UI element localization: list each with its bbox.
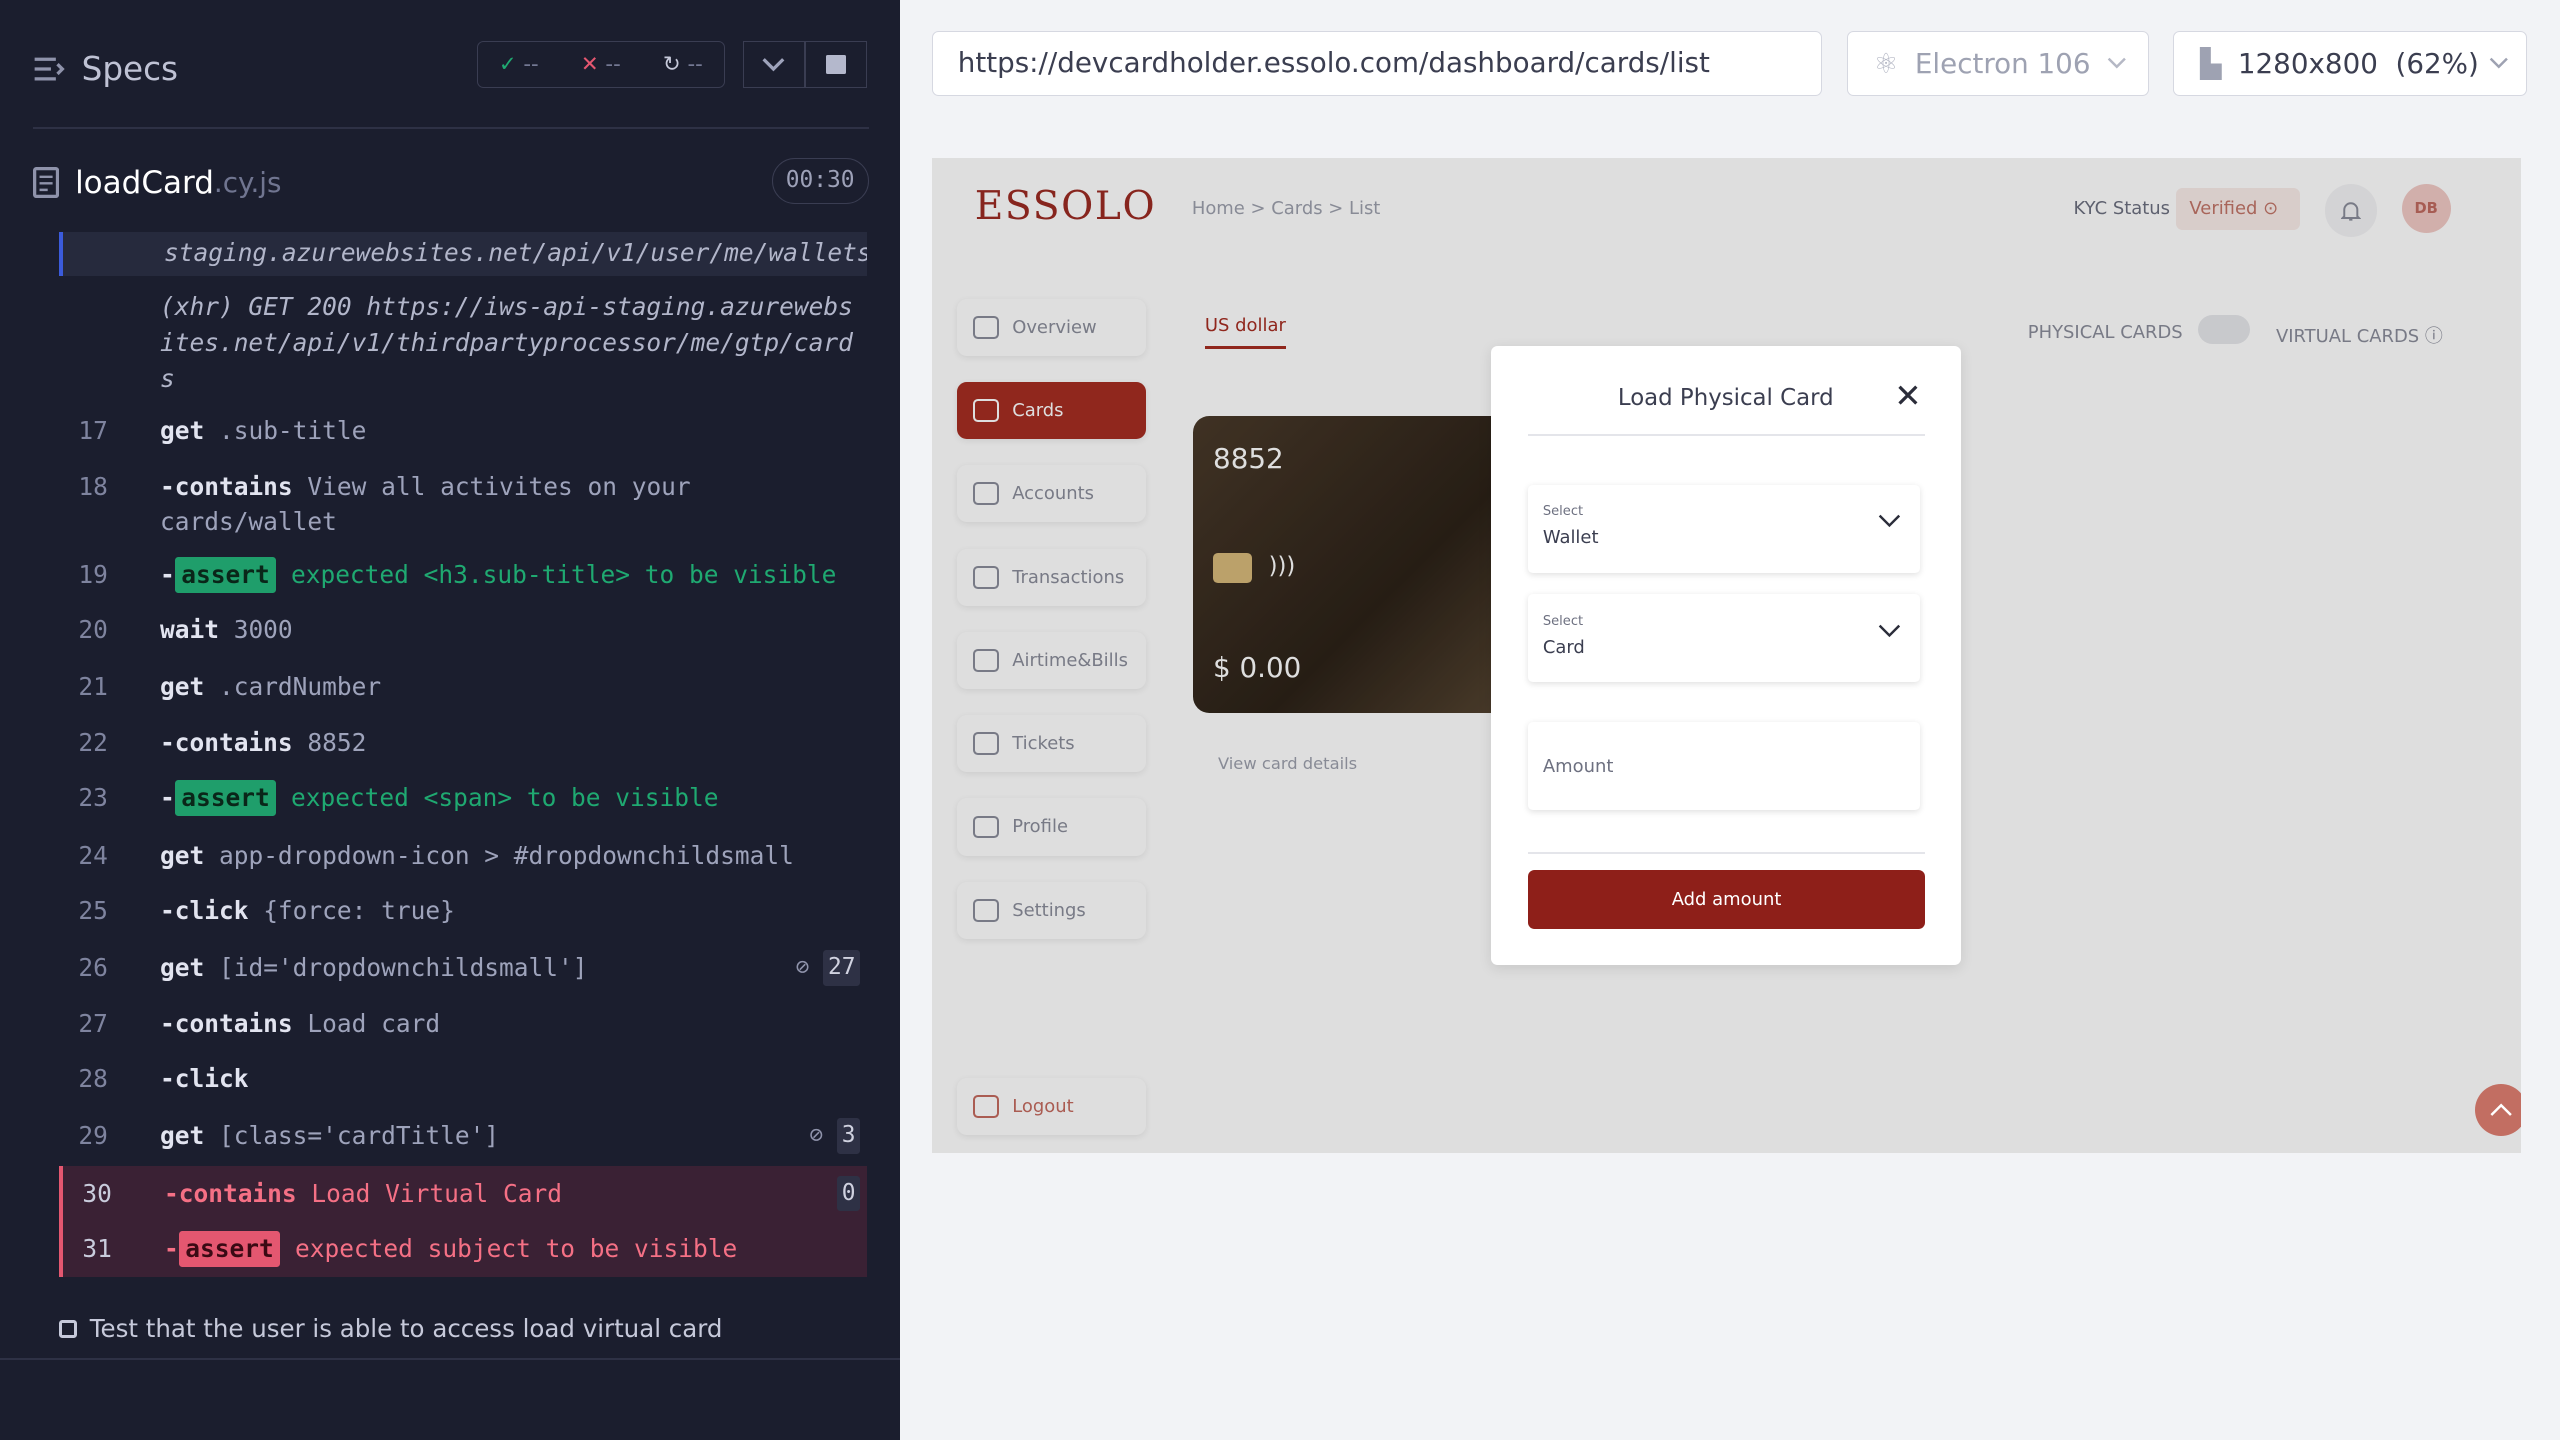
divider bbox=[1528, 434, 1925, 436]
app-preview[interactable]: ESSOLO Home > Cards > List KYC Status Ve… bbox=[932, 158, 2521, 1153]
chevron-down-icon bbox=[1878, 624, 1900, 637]
scroll-top-button[interactable] bbox=[2475, 1084, 2521, 1137]
spec-file-header: loadCard .cy.js 00:30 bbox=[32, 158, 869, 207]
modal-title: Load Physical Card bbox=[1617, 385, 1834, 412]
collapse-button[interactable] bbox=[742, 40, 805, 89]
divider bbox=[0, 1358, 900, 1361]
chevron-down-icon bbox=[2489, 57, 2508, 69]
test-checkbox-icon bbox=[58, 1319, 77, 1338]
cypress-runner-panel: Specs ✓ -- ✕ -- ↻ -- loadCard .cy.js 00:3… bbox=[0, 0, 900, 1440]
chevron-up-icon bbox=[2490, 1103, 2512, 1116]
amount-input[interactable]: Amount bbox=[1528, 721, 1921, 810]
close-icon[interactable]: ✕ bbox=[1894, 380, 1921, 413]
hidden-eye-icon: ⊘ bbox=[809, 1122, 824, 1149]
test-stats: ✓ -- ✕ -- ↻ -- bbox=[476, 40, 725, 89]
wallet-select[interactable]: Select Wallet bbox=[1528, 484, 1921, 574]
chevron-down-icon bbox=[2107, 57, 2126, 69]
failed-stat: ✕ -- bbox=[580, 51, 621, 77]
stop-icon bbox=[826, 54, 846, 75]
divider bbox=[32, 127, 869, 129]
viewport-selector[interactable]: ▙ 1280x800 (62%) bbox=[2173, 31, 2528, 97]
chevron-down-icon bbox=[1878, 515, 1900, 528]
document-icon bbox=[32, 167, 59, 199]
command-row-failed[interactable]: 31- assert expected subject to be visible bbox=[58, 1221, 867, 1277]
element-count: 0 bbox=[836, 1175, 861, 1212]
url-bar[interactable]: https://devcardholder.essolo.com/dashboa… bbox=[932, 31, 1823, 97]
passed-stat: ✓ -- bbox=[498, 51, 539, 77]
card-select[interactable]: Select Card bbox=[1528, 594, 1921, 683]
xhr-text: (xhr) GET 200 https://iws-api-staging.az… bbox=[159, 291, 853, 393]
specs-title: Specs bbox=[81, 49, 179, 88]
pending-stat: ↻ -- bbox=[662, 51, 703, 77]
command-row[interactable]: staging.azurewebsites.net/api/v1/user/me… bbox=[58, 231, 867, 276]
electron-icon: ⚛ bbox=[1873, 47, 1899, 81]
run-timer: 00:30 bbox=[771, 158, 869, 205]
stop-button[interactable] bbox=[804, 40, 867, 89]
spec-file-name: loadCard bbox=[75, 164, 214, 201]
browser-selector[interactable]: ⚛ Electron 106 bbox=[1846, 31, 2149, 97]
hidden-eye-icon: ⊘ bbox=[795, 954, 810, 981]
add-amount-button[interactable]: Add amount bbox=[1528, 870, 1925, 929]
aut-panel: https://devcardholder.essolo.com/dashboa… bbox=[899, 0, 2560, 1440]
element-count: ⊘ 27 bbox=[795, 950, 861, 987]
spec-file-ext: .cy.js bbox=[213, 166, 282, 200]
command-row[interactable]: (xhr) GET 200 https://iws-api-staging.az… bbox=[59, 289, 867, 397]
load-card-modal: Load Physical Card ✕ Select Wallet Selec… bbox=[1490, 346, 1961, 965]
element-count: ⊘ 3 bbox=[809, 1118, 861, 1155]
divider bbox=[1528, 852, 1925, 854]
chevron-down-icon bbox=[762, 58, 785, 72]
test-title[interactable]: Test that the user is able to access loa… bbox=[58, 1314, 722, 1343]
specs-menu-icon[interactable] bbox=[33, 56, 66, 82]
command-log[interactable]: staging.azurewebsites.net/api/v1/user/me… bbox=[58, 231, 867, 1277]
command-row-failed[interactable]: 30 -contains Load Virtual Card 0 bbox=[58, 1165, 867, 1222]
ruler-icon: ▙ bbox=[2200, 47, 2222, 81]
